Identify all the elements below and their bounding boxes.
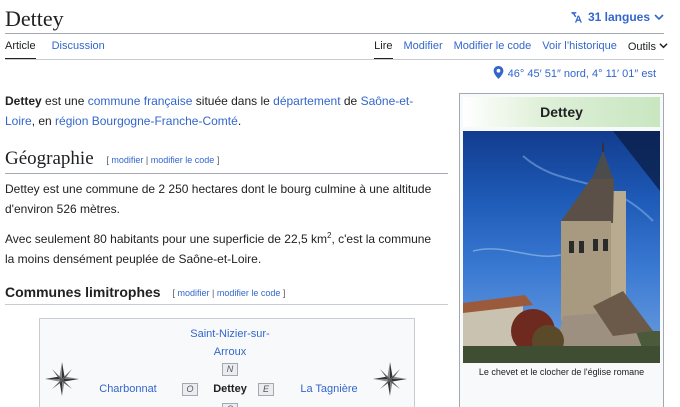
infobox-title: Dettey (463, 97, 660, 127)
coordinates[interactable]: 46° 45′ 51″ nord, 4° 11′ 01″ est (493, 66, 656, 82)
neighbor-north[interactable]: Saint-Nizier-sur-Arroux (180, 325, 280, 361)
infobox-photo-church[interactable] (463, 131, 660, 363)
direction-west: O (182, 383, 198, 396)
edit-section-link[interactable]: modifier (111, 155, 143, 165)
separator: | (209, 288, 217, 299)
neighbor-west[interactable]: Charbonnat (95, 383, 161, 395)
namespace-tabs: Article Discussion (5, 40, 121, 60)
link-departement[interactable]: département (273, 94, 340, 108)
coordinates-text: 46° 45′ 51″ nord, 4° 11′ 01″ est (507, 68, 656, 80)
compass-rose-icon (372, 361, 408, 402)
section-edit-links: [ modifier | modifier le code ] (172, 288, 286, 299)
intro-text: de (340, 94, 361, 108)
view-tabs: Lire Modifier Modifier le code Voir l’hi… (374, 40, 668, 60)
tabs-divider (5, 59, 664, 60)
chevron-down-icon (659, 41, 668, 53)
edit-source-section-link[interactable]: modifier le code (151, 155, 215, 165)
geo-paragraph-1: Dettey est une commune de 2 250 hectares… (5, 182, 432, 216)
direction-north: N (222, 363, 238, 376)
tab-article[interactable]: Article (5, 40, 36, 60)
neighbor-center: Dettey (213, 383, 247, 395)
intro-text: , en (31, 114, 56, 128)
tab-edit[interactable]: Modifier (404, 40, 443, 60)
page-title: Dettey (5, 6, 64, 31)
heading-geographie: Géographie [ modifier | modifier le code… (5, 148, 448, 174)
map-pin-icon (493, 66, 504, 82)
intro-paragraph: Dettey est une commune française située … (5, 91, 443, 131)
direction-east: E (258, 383, 274, 396)
tab-edit-source[interactable]: Modifier le code (454, 40, 532, 60)
section-title: Communes limitrophes (5, 284, 161, 300)
separator: | (143, 154, 151, 165)
tab-history[interactable]: Voir l’historique (542, 40, 617, 60)
translate-icon (570, 10, 584, 24)
infobox: Dettey Le chevet et le clocher de l'égli… (459, 93, 664, 407)
intro-text: est une (41, 94, 88, 108)
section-title: Géographie (5, 148, 94, 169)
edit-source-section-link[interactable]: modifier le code (217, 288, 281, 298)
geo-paragraph-2: Avec seulement 80 habitants pour une sup… (5, 226, 443, 269)
neighbors-table: Saint-Nizier-sur-Arroux N Charbonnat O D… (39, 318, 415, 407)
link-commune-francaise[interactable]: commune française (88, 94, 193, 108)
tools-menu[interactable]: Outils (628, 40, 668, 60)
title-divider (5, 33, 664, 34)
tab-read[interactable]: Lire (374, 40, 393, 60)
compass-rose-icon (44, 361, 80, 402)
geo-text: Avec seulement 80 habitants pour une sup… (5, 232, 327, 246)
heading-communes-limitrophes: Communes limitrophes [ modifier | modifi… (5, 284, 448, 305)
intro-text: . (237, 114, 242, 128)
edit-section-link[interactable]: modifier (178, 288, 210, 298)
link-region[interactable]: région Bourgogne-Franche-Comté (55, 114, 238, 128)
languages-label: 31 langues (587, 10, 650, 24)
languages-button[interactable]: 31 langues (570, 10, 664, 24)
intro-subject: Dettey (5, 94, 42, 108)
infobox-caption: Le chevet et le clocher de l'église roma… (478, 367, 645, 377)
tools-label: Outils (627, 41, 656, 53)
intro-text: située dans le (192, 94, 274, 108)
direction-south: S (222, 403, 238, 407)
tab-discussion[interactable]: Discussion (52, 40, 105, 60)
chevron-down-icon (654, 12, 664, 22)
neighbor-east[interactable]: La Tagnière (290, 383, 368, 395)
section-edit-links: [ modifier | modifier le code ] (106, 154, 220, 165)
